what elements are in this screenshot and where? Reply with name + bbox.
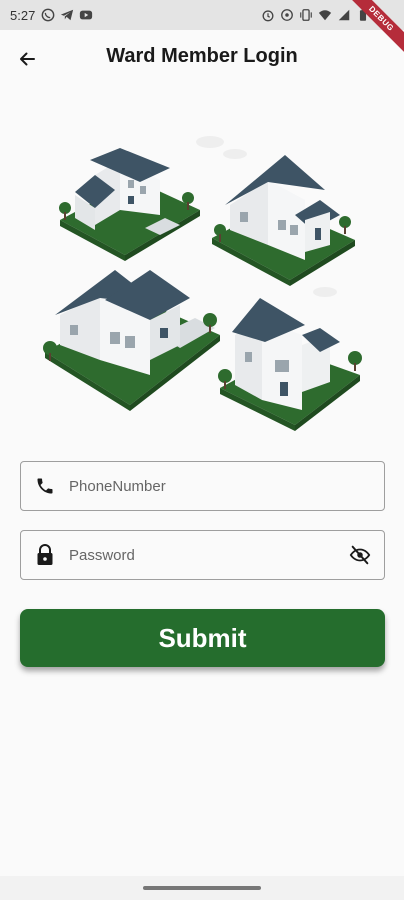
house-bottom-left [43,270,220,411]
signal-icon [338,9,350,21]
youtube-icon [80,10,93,20]
phone-icon [33,474,57,498]
status-bar: 5:27 DEBUG [0,0,404,56]
houses-illustration [43,136,362,431]
house-bottom-right [218,298,362,431]
telegram-icon [61,9,74,21]
system-nav-bar [0,876,404,900]
house-top-left [59,148,200,261]
vibrate-icon [300,9,312,21]
alarm-icon [262,10,274,22]
whatsapp-icon [41,8,55,22]
lock-icon [33,543,57,567]
toggle-password-visibility-button[interactable] [346,541,374,569]
house-top-right [212,155,355,286]
status-time: 5:27 [10,7,36,23]
submit-button[interactable]: Submit [20,609,385,667]
battery-icon [359,8,367,21]
wifi-icon [318,10,332,21]
password-input[interactable] [69,531,346,579]
data-saver-icon [281,9,293,21]
password-field[interactable] [20,530,385,580]
page-title: Ward Member Login [106,45,298,67]
status-system-icons [261,8,370,22]
home-gesture-handle[interactable] [143,886,261,890]
eye-off-icon [349,545,371,565]
phone-number-input[interactable] [69,462,384,510]
status-notification-icons [41,8,93,22]
phone-number-field[interactable] [20,461,385,511]
app-bar: Ward Member Login [0,30,404,86]
